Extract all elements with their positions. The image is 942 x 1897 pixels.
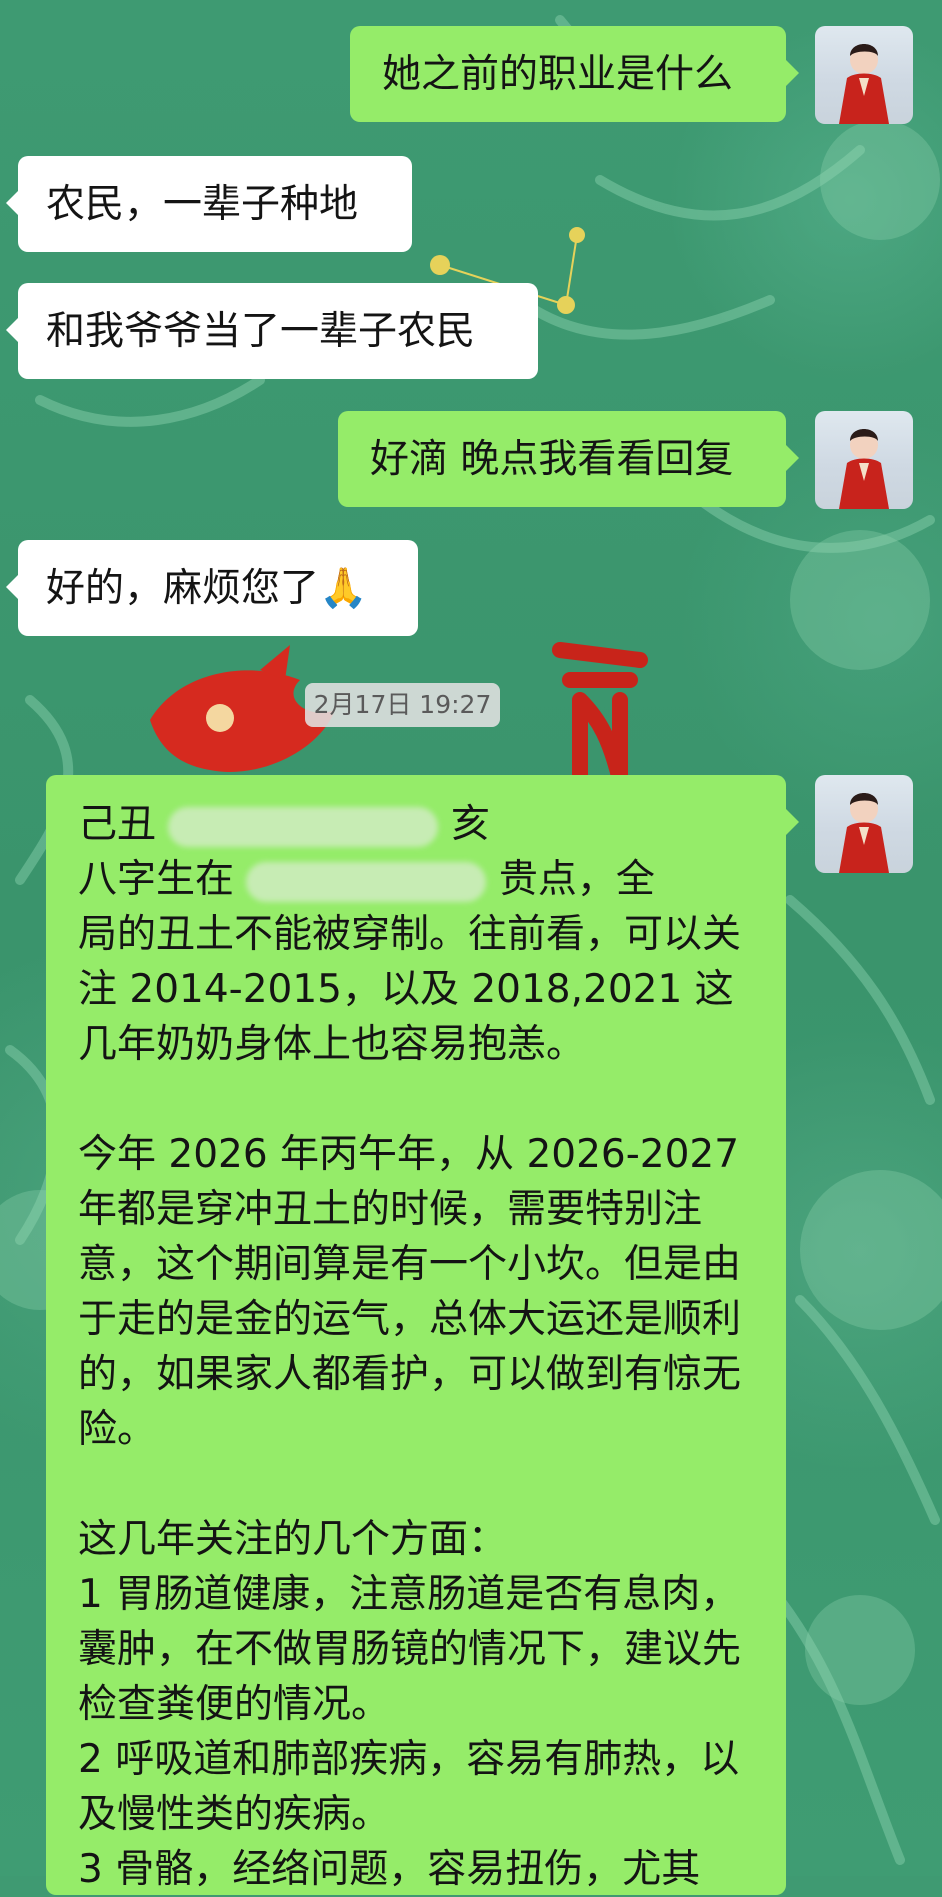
incoming-message[interactable]: 好的，麻烦您了🙏 [6, 540, 418, 636]
woman-avatar-icon [839, 793, 889, 873]
incoming-message[interactable]: 和我爷爷当了一辈子农民 [6, 283, 538, 379]
outgoing-long-message[interactable]: 己丑 亥 八字生在 贵点，全 局的丑土不能被穿制。往前看，可以关注 2014-2… [46, 775, 799, 1895]
message-line: 八字生在 贵点，全 [78, 857, 655, 902]
message-text: 农民，一辈子种地 [46, 182, 359, 227]
message-line: 己丑 亥 [78, 802, 490, 847]
message-list-item: 2 呼吸道和肺部疾病，容易有肺热，以及慢性类的疾病。 [78, 1737, 740, 1837]
message-text: 她之前的职业是什么 [382, 52, 734, 97]
timestamp: 2月17日 19:27 [305, 683, 500, 727]
message-text: 好的，麻烦您了🙏 [46, 566, 368, 611]
message-list-item: 3 骨骼，经络问题，容易扭伤，尤其 [78, 1847, 701, 1892]
redacted-text [246, 861, 487, 902]
message-text: 好滴 晚点我看看回复 [370, 437, 734, 482]
redacted-text [168, 806, 439, 847]
woman-avatar-icon [839, 429, 889, 509]
avatar[interactable] [815, 26, 913, 124]
woman-avatar-icon [839, 44, 889, 124]
message-paragraph: 局的丑土不能被穿制。往前看，可以关注 2014-2015，以及 2018,202… [78, 912, 742, 1067]
message-paragraph: 今年 2026 年丙午年，从 2026-2027 年都是穿冲丑土的时候，需要特别… [78, 1132, 742, 1452]
avatar[interactable] [815, 411, 913, 509]
red-calligraphy-icon [552, 642, 648, 788]
outgoing-message[interactable]: 她之前的职业是什么 [350, 26, 799, 122]
message-paragraph: 这几年关注的几个方面： [78, 1517, 508, 1562]
message-list-item: 1 胃肠道健康，注意肠道是否有息肉，囊肿，在不做胃肠镜的情况下，建议先检查粪便的… [78, 1572, 742, 1727]
avatar[interactable] [815, 775, 913, 873]
incoming-message[interactable]: 农民，一辈子种地 [6, 156, 412, 252]
outgoing-message[interactable]: 好滴 晚点我看看回复 [338, 411, 799, 507]
message-text: 和我爷爷当了一辈子农民 [46, 309, 476, 354]
